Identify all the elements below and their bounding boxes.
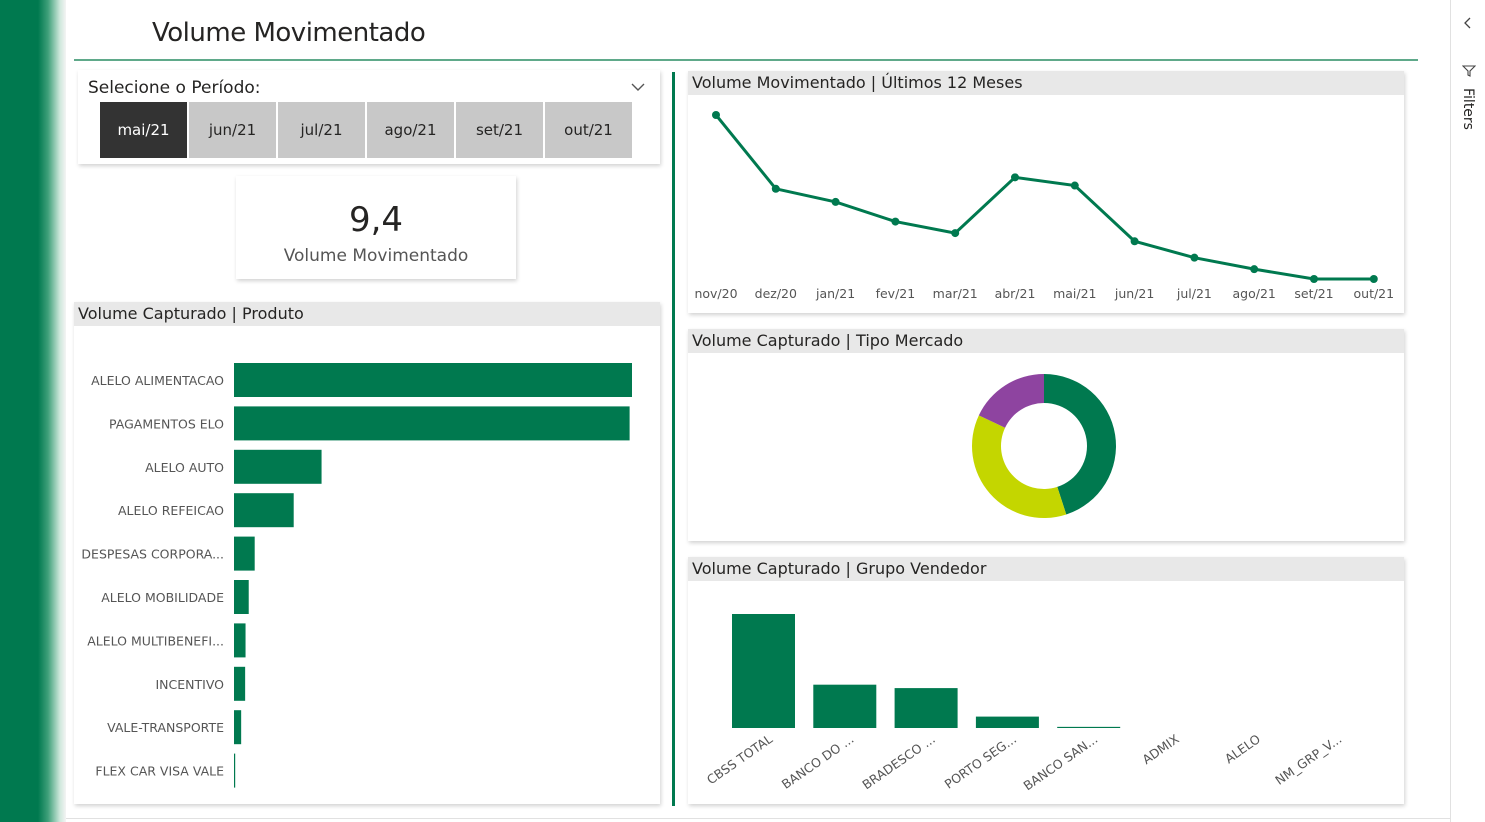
grupo-vendedor-column-chart[interactable]: CBSS TOTAL BANCO DO ... BRADESCO ... PORTO … xyxy=(688,581,1404,804)
line-x-tick-label: jul/21 xyxy=(1176,286,1212,301)
produto-category-label: VALE-TRANSPORTE xyxy=(107,720,224,735)
line-x-tick-label: dez/20 xyxy=(755,286,797,301)
produto-bar-chart[interactable]: ALELO ALIMENTACAO PAGAMENTOS ELO ALELO AUT… xyxy=(74,326,660,804)
grupo-vendedor-bar xyxy=(732,614,795,728)
produto-category-label: ALELO ALIMENTACAO xyxy=(91,373,224,388)
produto-bar xyxy=(234,580,249,614)
tipo-mercado-card[interactable]: Volume Capturado | Tipo Mercado xyxy=(688,329,1404,541)
produto-bar xyxy=(234,710,242,745)
donut-slice xyxy=(972,415,1067,518)
tipo-mercado-title: Volume Capturado | Tipo Mercado xyxy=(688,329,1404,353)
line-x-tick-label: fev/21 xyxy=(876,286,916,301)
grupo-vendedor-bar xyxy=(975,716,1039,728)
line-point xyxy=(1310,275,1318,283)
produto-category-label: ALELO AUTO xyxy=(145,460,224,475)
period-button-group: mai/21 jun/21 jul/21 ago/21 set/21 out/2… xyxy=(100,102,632,158)
line-x-tick-label: ago/21 xyxy=(1233,286,1276,301)
grupo-vendedor-bar xyxy=(1057,726,1121,728)
grupo-vendedor-category-label: ADMIX xyxy=(1139,731,1182,767)
period-slicer-label: Selecione o Período: xyxy=(88,78,261,98)
produto-category-label: DESPESAS CORPORA... xyxy=(81,547,224,562)
period-button-jun21[interactable]: jun/21 xyxy=(189,102,276,158)
line-point xyxy=(891,217,900,226)
produto-bar xyxy=(234,449,322,484)
line-series xyxy=(714,114,1374,281)
line-x-tick-label: abr/21 xyxy=(995,286,1036,301)
period-button-ago21[interactable]: ago/21 xyxy=(367,102,454,158)
produto-bar xyxy=(234,623,246,658)
chevron-down-icon[interactable] xyxy=(630,80,646,94)
ultimos-12-meses-line-chart[interactable]: nov/20 dez/20 jan/21 fev/21 mar/21 abr/21 mai/… xyxy=(688,95,1404,313)
grupo-vendedor-title: Volume Capturado | Grupo Vendedor xyxy=(688,557,1404,581)
grupo-vendedor-bar xyxy=(813,684,877,728)
title-divider xyxy=(74,59,1418,61)
produto-bar xyxy=(234,666,246,701)
produto-chart-title: Volume Capturado | Produto xyxy=(74,302,660,326)
line-x-tick-label: jan/21 xyxy=(815,286,855,301)
bottom-border xyxy=(66,818,1450,819)
produto-bar xyxy=(234,493,294,528)
produto-bar xyxy=(234,406,630,441)
line-x-tick-label: out/21 xyxy=(1354,286,1395,301)
produto-bar xyxy=(234,363,632,397)
line-x-tick-label: mar/21 xyxy=(933,286,978,301)
kpi-card[interactable]: 9,4 Volume Movimentado xyxy=(236,176,516,279)
donut-slice xyxy=(978,374,1044,428)
produto-category-label: ALELO REFEICAO xyxy=(118,503,224,518)
grupo-vendedor-category-label: BRADESCO ... xyxy=(859,731,937,792)
line-point xyxy=(1369,275,1378,283)
grupo-vendedor-category-label: PORTO SEG... xyxy=(942,731,1019,791)
produto-bar xyxy=(234,753,236,788)
produto-category-label: INCENTIVO xyxy=(155,677,224,692)
line-point xyxy=(712,111,720,119)
line-point xyxy=(1190,253,1199,262)
tipo-mercado-donut-chart[interactable] xyxy=(688,353,1404,541)
produto-chart-card[interactable]: Volume Capturado | Produto ALELO ALIMENT… xyxy=(74,302,660,804)
period-button-mai21[interactable]: mai/21 xyxy=(100,102,187,158)
ultimos-12-meses-card[interactable]: Volume Movimentado | Últimos 12 Meses no… xyxy=(688,71,1404,313)
produto-category-label: ALELO MOBILIDADE xyxy=(101,590,224,605)
line-point xyxy=(1250,265,1259,274)
line-point xyxy=(1130,237,1139,246)
produto-category-label: ALELO MULTIBENEFI... xyxy=(87,633,224,648)
filter-icon xyxy=(1462,65,1476,77)
line-x-tick-label: set/21 xyxy=(1294,286,1333,301)
line-point xyxy=(951,229,960,238)
grupo-vendedor-card[interactable]: Volume Capturado | Grupo Vendedor CBSS T… xyxy=(688,557,1404,804)
grupo-vendedor-category-label: ALELO xyxy=(1222,731,1263,766)
ultimos-12-meses-title: Volume Movimentado | Últimos 12 Meses xyxy=(688,71,1404,95)
period-button-set21[interactable]: set/21 xyxy=(456,102,543,158)
brand-side-bar xyxy=(0,0,66,822)
line-point xyxy=(1070,181,1079,190)
kpi-value: 9,4 xyxy=(348,200,404,240)
line-point xyxy=(1011,173,1019,182)
period-button-out21[interactable]: out/21 xyxy=(545,102,632,158)
period-button-jul21[interactable]: jul/21 xyxy=(278,102,365,158)
kpi-label: Volume Movimentado xyxy=(283,246,469,266)
produto-category-label: PAGAMENTOS ELO xyxy=(109,416,224,431)
collapse-chevron-icon[interactable] xyxy=(1462,15,1474,31)
produto-category-label: FLEX CAR VISA VALE xyxy=(95,764,224,779)
line-point xyxy=(771,184,780,193)
filters-pane-label[interactable]: Filters xyxy=(1460,88,1476,130)
line-x-tick-label: jun/21 xyxy=(1114,286,1154,301)
line-x-tick-label: mai/21 xyxy=(1053,286,1096,301)
grupo-vendedor-category-label: BANCO SAN... xyxy=(1021,731,1101,793)
grupo-vendedor-category-label: NM_GRP_V... xyxy=(1272,731,1344,788)
line-point xyxy=(831,197,840,206)
grupo-vendedor-category-label: BANCO DO ... xyxy=(779,731,857,792)
section-divider xyxy=(672,72,675,806)
grupo-vendedor-category-label: CBSS TOTAL xyxy=(704,731,775,787)
page-title: Volume Movimentado xyxy=(152,18,426,48)
line-x-tick-label: nov/20 xyxy=(694,286,737,301)
produto-bar xyxy=(234,536,255,571)
grupo-vendedor-bar xyxy=(894,688,958,728)
